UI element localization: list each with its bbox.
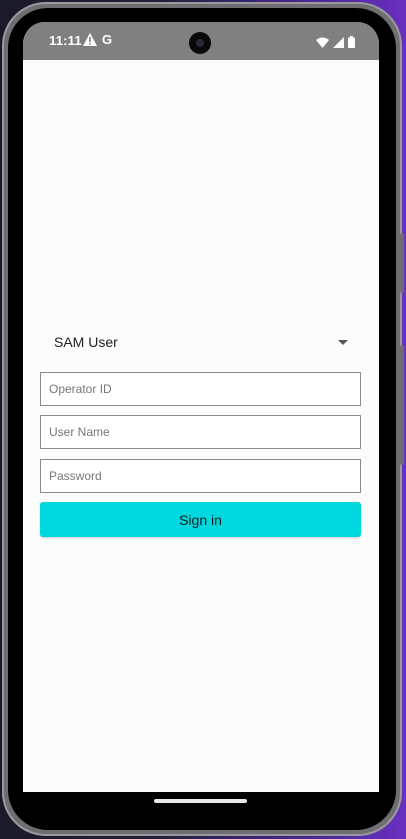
google-notification-icon: G bbox=[102, 32, 113, 47]
password-input[interactable] bbox=[41, 460, 360, 492]
user-name-field-box bbox=[40, 415, 361, 449]
user-type-selected: SAM User bbox=[54, 334, 118, 350]
signal-icon bbox=[333, 37, 344, 48]
power-button bbox=[400, 233, 404, 293]
warning-icon bbox=[83, 33, 97, 46]
chevron-down-icon bbox=[338, 340, 348, 345]
user-type-dropdown[interactable]: SAM User bbox=[40, 328, 362, 358]
status-time: 11:11 bbox=[49, 33, 82, 48]
front-camera bbox=[189, 32, 211, 54]
password-field-box bbox=[40, 459, 361, 493]
login-form: SAM User Sign in bbox=[23, 60, 379, 792]
home-gesture-handle[interactable] bbox=[154, 799, 247, 803]
operator-id-input[interactable] bbox=[41, 373, 360, 405]
status-bar: 11:11 G bbox=[23, 22, 379, 60]
operator-id-field-box bbox=[40, 372, 361, 406]
volume-button bbox=[400, 345, 404, 465]
battery-icon bbox=[348, 36, 355, 48]
navigation-bar bbox=[23, 792, 379, 812]
wifi-icon bbox=[316, 37, 329, 48]
app-screen: 11:11 G SAM User Operator ID User Name S… bbox=[23, 22, 379, 792]
sign-in-button[interactable]: Sign in bbox=[40, 502, 361, 537]
user-name-input[interactable] bbox=[41, 416, 360, 448]
status-icons bbox=[316, 34, 355, 48]
